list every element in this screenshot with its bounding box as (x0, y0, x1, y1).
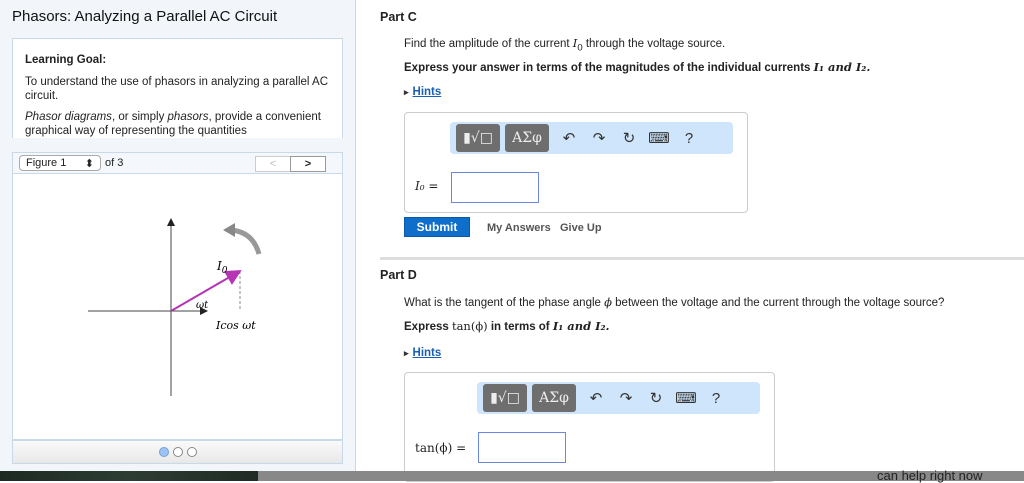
templates-button[interactable]: ▮√□ (483, 384, 527, 412)
next-figure-button[interactable]: > (290, 156, 326, 172)
figure-area: I0 ωt Icos ωt (12, 174, 343, 440)
pager-dot-1[interactable] (158, 447, 169, 457)
reset-icon[interactable]: ↻ (641, 389, 671, 407)
keyboard-icon[interactable]: ⌨ (671, 389, 701, 407)
part-d-instructions: Express tan(ϕ) in terms of I₁ and I₂. (404, 319, 610, 333)
undo-icon[interactable]: ↶ (581, 389, 611, 407)
keyboard-icon[interactable]: ⌨ (644, 129, 674, 147)
greek-button[interactable]: ΑΣφ (532, 384, 576, 412)
learning-goal-box: Learning Goal: To understand the use of … (12, 38, 343, 138)
part-c-answer-box: ▮√□ ΑΣφ ↶ ↷ ↻ ⌨ ? I₀ = (404, 112, 748, 213)
left-panel: Phasors: Analyzing a Parallel AC Circuit… (0, 0, 356, 471)
undo-icon[interactable]: ↶ (554, 129, 584, 147)
my-answers-link[interactable]: My Answers (487, 222, 551, 234)
learning-goal-heading: Learning Goal: (25, 54, 107, 66)
redo-icon[interactable]: ↷ (611, 389, 641, 407)
page-title: Phasors: Analyzing a Parallel AC Circuit (12, 8, 278, 25)
math-toolbar: ▮√□ ΑΣφ ↶ ↷ ↻ ⌨ ? (450, 122, 733, 154)
reset-icon[interactable]: ↻ (614, 129, 644, 147)
right-panel: Part C Find the amplitude of the current… (357, 0, 1024, 482)
figure-count: of 3 (105, 157, 124, 169)
tan-answer-input[interactable] (478, 432, 566, 463)
i0-answer-input[interactable] (451, 172, 539, 203)
icos-label: Icos ωt (215, 319, 256, 332)
give-up-link[interactable]: Give Up (560, 222, 602, 234)
part-d-question: What is the tangent of the phase angle ϕ… (404, 295, 945, 309)
part-d-header: Part D (380, 268, 417, 282)
answer-label: tan(ϕ) = (415, 441, 467, 455)
help-icon[interactable]: ? (701, 390, 731, 407)
background-image (0, 471, 258, 481)
math-toolbar: ▮√□ ΑΣφ ↶ ↷ ↻ ⌨ ? (477, 382, 760, 414)
greek-button[interactable]: ΑΣφ (505, 124, 549, 152)
part-c-header: Part C (380, 10, 417, 24)
intro-text: Phasor diagrams, or simply phasors, prov… (25, 111, 321, 137)
figure-select[interactable]: Figure 1 ⬍ (19, 155, 101, 171)
figure-pager (12, 440, 343, 464)
part-d-answer-box: ▮√□ ΑΣφ ↶ ↷ ↻ ⌨ ? tan(ϕ) = (404, 372, 775, 482)
part-c-instructions: Express your answer in terms of the magn… (404, 60, 871, 74)
pager-dot-2[interactable] (172, 447, 183, 457)
learning-goal-text: To understand the use of phasors in anal… (25, 76, 329, 102)
divider (380, 257, 1024, 260)
submit-button[interactable]: Submit (404, 217, 470, 237)
rotation-arrow-icon (230, 227, 262, 255)
help-icon[interactable]: ? (674, 130, 704, 147)
templates-button[interactable]: ▮√□ (456, 124, 500, 152)
omega-t-label: ωt (196, 300, 209, 311)
answer-label: I₀ = (415, 179, 439, 193)
figure-toolbar: Figure 1 ⬍ of 3 < > (12, 152, 343, 174)
background-strip: can help right now (0, 468, 1024, 483)
i0-label: I0 (216, 259, 228, 276)
prev-figure-button[interactable]: < (255, 156, 291, 172)
part-d-hints-link[interactable]: Hints (404, 347, 442, 359)
part-c-hints-link[interactable]: Hints (404, 86, 442, 98)
phasor-diagram: I0 ωt Icos ωt (88, 218, 262, 396)
redo-icon[interactable]: ↷ (584, 129, 614, 147)
pager-dot-3[interactable] (186, 447, 197, 457)
updown-icon: ⬍ (84, 157, 94, 170)
part-c-question: Find the amplitude of the current I0 thr… (404, 36, 726, 54)
